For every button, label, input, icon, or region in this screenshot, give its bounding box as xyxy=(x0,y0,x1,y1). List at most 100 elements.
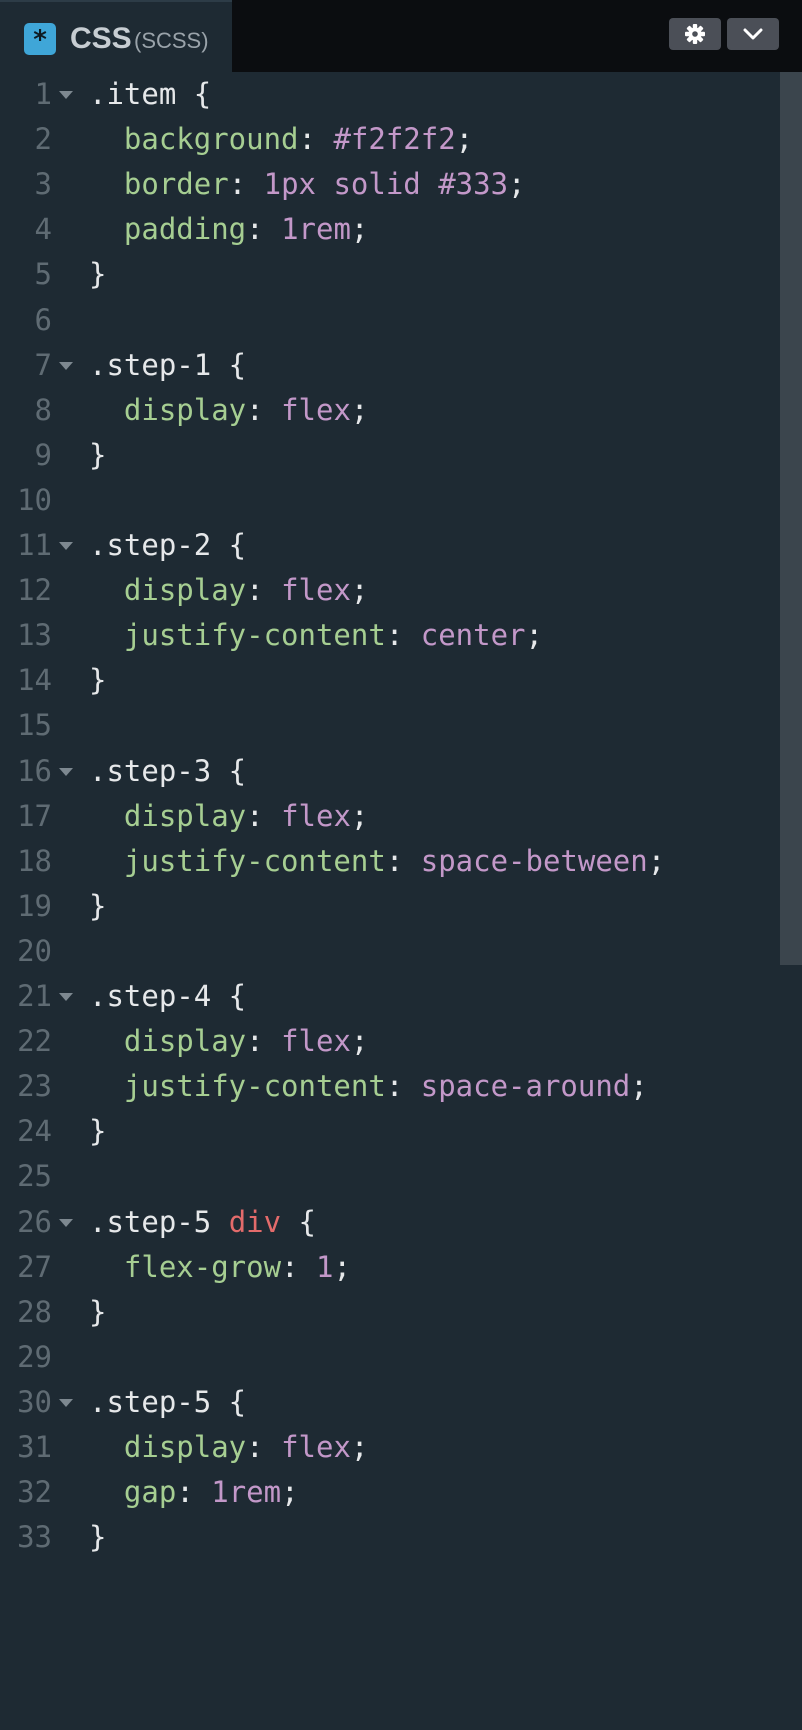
code-line[interactable]: 29 xyxy=(0,1335,780,1380)
code-line[interactable]: 2 background: #f2f2f2; xyxy=(0,117,780,162)
code-line[interactable]: 3 border: 1px solid #333; xyxy=(0,162,780,207)
code-line[interactable]: 5} xyxy=(0,252,780,297)
fold-arrow-icon[interactable] xyxy=(59,1398,73,1407)
code-line[interactable]: 28} xyxy=(0,1290,780,1335)
code-line[interactable]: 9} xyxy=(0,433,780,478)
code-line[interactable]: 4 padding: 1rem; xyxy=(0,207,780,252)
code-line[interactable]: 15 xyxy=(0,703,780,748)
token-punc: : xyxy=(246,1024,282,1059)
code-line[interactable]: 23 justify-content: space-around; xyxy=(0,1064,780,1109)
code-text: gap: 1rem; xyxy=(89,1470,299,1515)
token-punc xyxy=(89,799,124,833)
token-punc: ; xyxy=(350,1430,369,1464)
token-prop: justify-content xyxy=(123,843,386,878)
token-punc xyxy=(89,1475,124,1509)
code-line[interactable]: 27 flex-grow: 1; xyxy=(0,1245,780,1290)
line-number: 1 xyxy=(34,77,52,111)
settings-button[interactable] xyxy=(669,18,721,50)
line-number: 4 xyxy=(34,212,52,247)
token-punc xyxy=(89,393,124,427)
code-line[interactable]: 8 display: flex; xyxy=(0,388,780,433)
token-punc: ; xyxy=(630,1069,648,1104)
code-line[interactable]: 32 gap: 1rem; xyxy=(0,1470,780,1515)
collapse-button[interactable] xyxy=(727,18,779,50)
token-punc xyxy=(89,1069,124,1103)
code-line[interactable]: 11 .step-2 { xyxy=(0,523,780,568)
line-number: 14 xyxy=(17,663,52,698)
code-text: } xyxy=(89,658,106,703)
token-punc xyxy=(89,1250,124,1284)
code-line[interactable]: 25 xyxy=(0,1154,780,1199)
code-text: display: flex; xyxy=(89,388,368,433)
token-prop: display xyxy=(123,1430,247,1464)
code-line[interactable]: 1 .item { xyxy=(0,72,780,117)
line-number: 22 xyxy=(17,1024,52,1059)
line-number: 23 xyxy=(17,1069,52,1104)
code-line[interactable]: 33} xyxy=(0,1515,780,1560)
code-line[interactable]: 6 xyxy=(0,298,780,343)
code-line[interactable]: 24} xyxy=(0,1109,780,1154)
code-text: .step-1 { xyxy=(89,343,246,388)
code-text: } xyxy=(89,433,106,478)
code-line[interactable]: 10 xyxy=(0,478,780,523)
fold-arrow-icon[interactable] xyxy=(59,91,73,99)
token-punc: : xyxy=(246,212,282,247)
fold-arrow-icon[interactable] xyxy=(59,767,73,776)
scrollbar-thumb[interactable] xyxy=(780,72,802,965)
token-punc xyxy=(89,1430,124,1464)
token-punc: ; xyxy=(525,618,543,653)
code-line[interactable]: 16 .step-3 { xyxy=(0,749,780,794)
token-val: 1rem xyxy=(211,1475,282,1510)
line-number: 15 xyxy=(17,708,52,743)
css-editor-panel: * CSS (SCSS) 1 .item {2 background: #f2… xyxy=(0,0,802,1730)
code-line[interactable]: 14} xyxy=(0,658,780,703)
token-val: center xyxy=(420,618,526,653)
code-line[interactable]: 21 .step-4 { xyxy=(0,974,780,1019)
token-punc: : xyxy=(228,167,264,202)
tab-css[interactable]: * CSS (SCSS) xyxy=(0,0,232,72)
token-prop: flex-grow xyxy=(123,1249,282,1284)
token-val: flex xyxy=(281,798,351,833)
line-number: 31 xyxy=(17,1430,52,1464)
token-sel: .item xyxy=(89,77,177,111)
code-text: .item { xyxy=(89,72,211,117)
line-number: 32 xyxy=(17,1475,52,1510)
token-prop: border xyxy=(123,167,229,202)
code-line[interactable]: 13 justify-content: center; xyxy=(0,613,780,658)
token-punc: ; xyxy=(350,212,369,247)
code-line[interactable]: 26 .step-5 div { xyxy=(0,1200,780,1245)
code-line[interactable]: 20 xyxy=(0,929,780,974)
code-line[interactable]: 31 display: flex; xyxy=(0,1425,780,1470)
token-punc: ; xyxy=(281,1475,299,1510)
asterisk-icon: * xyxy=(24,23,56,55)
token-punc xyxy=(89,618,124,652)
line-number: 2 xyxy=(34,122,52,157)
token-punc: : xyxy=(246,798,282,833)
fold-arrow-icon[interactable] xyxy=(59,361,73,370)
token-punc: { xyxy=(211,528,247,562)
token-punc: } xyxy=(89,1520,107,1555)
code-line[interactable]: 18 justify-content: space-between; xyxy=(0,839,780,884)
vertical-scrollbar[interactable] xyxy=(780,72,802,1730)
token-prop: display xyxy=(123,392,247,427)
fold-arrow-icon[interactable] xyxy=(59,993,73,1001)
token-val: flex xyxy=(281,1024,351,1059)
token-punc xyxy=(89,1024,124,1058)
line-number: 26 xyxy=(17,1204,52,1239)
fold-arrow-icon[interactable] xyxy=(59,1218,73,1227)
code-line[interactable]: 22 display: flex; xyxy=(0,1019,780,1064)
code-line[interactable]: 7 .step-1 { xyxy=(0,343,780,388)
code-line[interactable]: 12 display: flex; xyxy=(0,568,780,613)
token-val: flex xyxy=(281,573,351,608)
line-number: 24 xyxy=(17,1114,52,1149)
line-number: 18 xyxy=(17,843,52,878)
token-val: space-around xyxy=(420,1069,631,1104)
token-val: flex xyxy=(281,392,351,427)
fold-arrow-icon[interactable] xyxy=(59,542,73,550)
code-editor[interactable]: 1 .item {2 background: #f2f2f2; 3 border: … xyxy=(0,72,802,1730)
code-line[interactable]: 19} xyxy=(0,884,780,929)
token-punc: { xyxy=(281,1204,316,1239)
token-sel: .step-2 xyxy=(89,528,212,562)
code-line[interactable]: 17 display: flex; xyxy=(0,794,780,839)
code-line[interactable]: 30 .step-5 { xyxy=(0,1380,780,1425)
